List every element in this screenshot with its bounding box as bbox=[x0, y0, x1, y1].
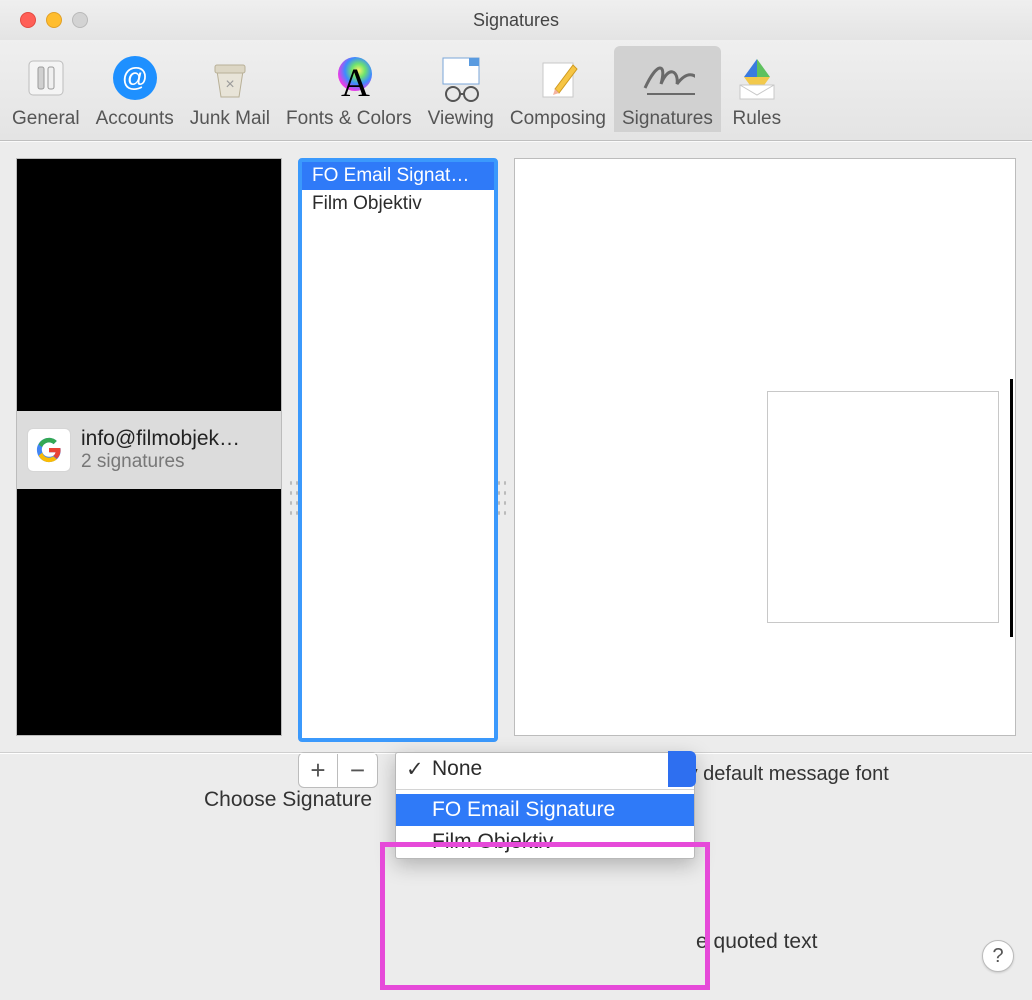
general-icon bbox=[18, 50, 74, 106]
tab-general[interactable]: General bbox=[4, 46, 88, 132]
signature-preview[interactable] bbox=[514, 158, 1016, 736]
main-panel: info@filmobjek… 2 signatures FO Email Si… bbox=[0, 141, 1032, 753]
accounts-list[interactable]: info@filmobjek… 2 signatures bbox=[16, 158, 282, 736]
tab-composing[interactable]: Composing bbox=[502, 46, 614, 132]
viewing-icon bbox=[433, 50, 489, 106]
bottom-panel: Choose Signature None FO Email Signature… bbox=[0, 753, 1032, 953]
preferences-toolbar: General @ Accounts × Junk Mail A Fonts &… bbox=[0, 40, 1032, 141]
svg-text:@: @ bbox=[121, 62, 147, 92]
tab-viewing[interactable]: Viewing bbox=[420, 46, 502, 132]
svg-text:A: A bbox=[341, 60, 370, 104]
dropdown-separator bbox=[396, 789, 694, 790]
signature-list-wrap: FO Email Signat… Film Objektiv + − bbox=[298, 158, 498, 736]
tab-label: Fonts & Colors bbox=[286, 108, 412, 130]
tab-label: Signatures bbox=[622, 108, 713, 130]
account-text: info@filmobjek… 2 signatures bbox=[81, 427, 240, 473]
dropdown-option-fo[interactable]: FO Email Signature bbox=[396, 794, 694, 826]
accounts-icon: @ bbox=[107, 50, 163, 106]
account-email: info@filmobjek… bbox=[81, 427, 240, 451]
tab-label: Viewing bbox=[428, 108, 494, 130]
fonts-colors-icon: A bbox=[321, 50, 377, 106]
signature-list[interactable]: FO Email Signat… Film Objektiv bbox=[298, 158, 498, 742]
tab-label: Composing bbox=[510, 108, 606, 130]
column-drag-handle[interactable] bbox=[288, 478, 300, 518]
redacted-block bbox=[17, 159, 281, 411]
quoted-text-fragment: e quoted text bbox=[696, 930, 817, 954]
junk-mail-icon: × bbox=[202, 50, 258, 106]
tab-label: Accounts bbox=[96, 108, 174, 130]
tab-label: Rules bbox=[733, 108, 782, 130]
text-cursor bbox=[1010, 379, 1013, 637]
signature-item[interactable]: FO Email Signat… bbox=[302, 162, 494, 190]
column-drag-handle[interactable] bbox=[496, 478, 508, 518]
tab-rules[interactable]: Rules bbox=[721, 46, 793, 132]
account-subtitle: 2 signatures bbox=[81, 451, 240, 473]
choose-signature-dropdown[interactable]: None FO Email Signature Film Objektiv bbox=[395, 752, 695, 859]
tab-accounts[interactable]: @ Accounts bbox=[88, 46, 182, 132]
titlebar: Signatures bbox=[0, 0, 1032, 40]
tab-label: General bbox=[12, 108, 80, 130]
help-button[interactable]: ? bbox=[982, 940, 1014, 972]
signatures-icon bbox=[639, 50, 695, 106]
window-title: Signatures bbox=[0, 10, 1032, 31]
dropdown-option-none[interactable]: None bbox=[396, 753, 694, 785]
tab-label: Junk Mail bbox=[190, 108, 270, 130]
account-row-selected[interactable]: info@filmobjek… 2 signatures bbox=[17, 411, 281, 489]
image-placeholder bbox=[767, 391, 999, 623]
redacted-block bbox=[17, 489, 281, 735]
composing-icon bbox=[530, 50, 586, 106]
tab-junk-mail[interactable]: × Junk Mail bbox=[182, 46, 278, 132]
choose-signature-label: Choose Signature bbox=[204, 788, 372, 812]
signature-item[interactable]: Film Objektiv bbox=[302, 190, 494, 218]
tab-signatures[interactable]: Signatures bbox=[614, 46, 721, 132]
rules-icon bbox=[729, 50, 785, 106]
dropdown-option-film[interactable]: Film Objektiv bbox=[396, 826, 694, 858]
google-provider-icon bbox=[27, 428, 71, 472]
tab-fonts-colors[interactable]: A Fonts & Colors bbox=[278, 46, 420, 132]
svg-text:×: × bbox=[225, 76, 234, 93]
